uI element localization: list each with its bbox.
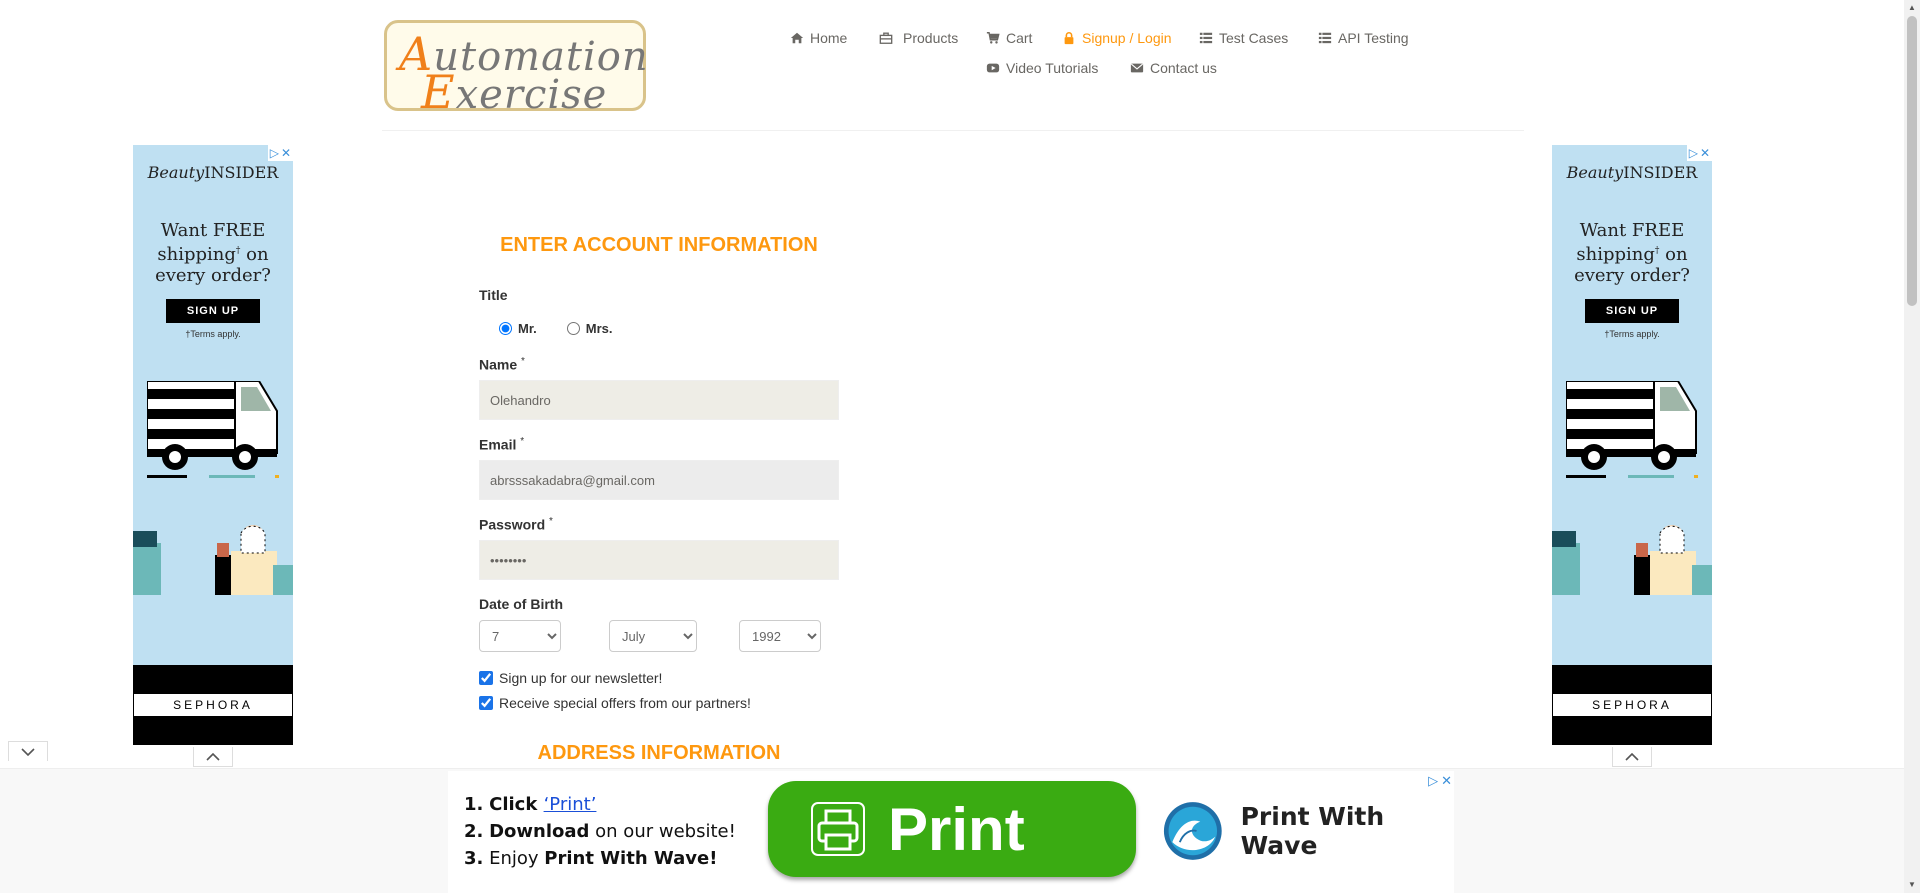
chevron-down-icon xyxy=(21,747,35,756)
ad-signup-button[interactable]: SIGN UP xyxy=(1585,299,1679,323)
adchoices-icon[interactable]: ▷ xyxy=(1689,146,1698,160)
nav-api-testing[interactable]: API Testing xyxy=(1318,30,1409,46)
nav-products[interactable]: Products xyxy=(879,30,958,46)
ad-choices[interactable]: ▷ ✕ xyxy=(1686,145,1712,161)
nav-signup-login-label: Signup / Login xyxy=(1082,30,1172,46)
password-label: Password * xyxy=(479,516,553,533)
scroll-up-arrow-icon[interactable]: ▲ xyxy=(1904,0,1920,16)
logo-initial-e: E xyxy=(421,65,456,119)
wave-logo-icon xyxy=(1163,802,1222,860)
ad-brand: BeautyINSIDER xyxy=(1566,163,1698,182)
email-input[interactable] xyxy=(479,460,839,500)
left-side-ad[interactable]: ▷ ✕ BeautyINSIDER Want FREE shipping† on… xyxy=(133,145,293,745)
dob-day-select[interactable]: 7 xyxy=(479,620,561,652)
special-offers-option[interactable]: Receive special offers from our partners… xyxy=(479,695,751,711)
section-title-address: ADDRESS INFORMATION xyxy=(537,742,781,764)
ad-steps: 1. Click ‘Print’ 2. Download on our webs… xyxy=(464,794,736,869)
dob-month-select[interactable]: July xyxy=(609,620,697,652)
nav-api-testing-label: API Testing xyxy=(1338,30,1409,46)
nav-home-label: Home xyxy=(810,30,848,46)
scrollbar-thumb[interactable] xyxy=(1907,16,1917,306)
sephora-logo: SEPHORA xyxy=(133,693,293,717)
adchoices-icon[interactable]: ▷ xyxy=(270,146,279,160)
nav-cart[interactable]: Cart xyxy=(986,30,1032,46)
special-offers-checkbox[interactable] xyxy=(479,696,493,710)
cosmetics-illustration xyxy=(133,525,293,595)
truck-icon xyxy=(147,381,279,478)
site-logo[interactable]: Automation Exercise xyxy=(384,20,648,119)
header-divider xyxy=(382,130,1524,131)
title-option-mr[interactable]: Mr. xyxy=(499,321,537,336)
sephora-logo: SEPHORA xyxy=(1552,693,1712,717)
nav-test-cases[interactable]: Test Cases xyxy=(1199,30,1288,46)
nav-home[interactable]: Home xyxy=(790,30,847,46)
name-input[interactable] xyxy=(479,380,839,420)
ad-brand: BeautyINSIDER xyxy=(147,163,279,182)
nav-video-tutorials-label: Video Tutorials xyxy=(1006,60,1099,76)
close-icon[interactable]: ✕ xyxy=(1441,773,1452,789)
envelope-icon xyxy=(1130,63,1144,73)
ad-print-link[interactable]: ‘Print’ xyxy=(544,794,597,815)
name-label: Name * xyxy=(479,356,525,373)
truck-icon xyxy=(1566,381,1698,478)
list-icon xyxy=(1318,32,1332,44)
nav-test-cases-label: Test Cases xyxy=(1219,30,1289,46)
title-option-mrs[interactable]: Mrs. xyxy=(566,321,613,336)
youtube-play-icon xyxy=(986,63,1000,73)
ad-choices[interactable]: ▷ ✕ xyxy=(267,145,293,161)
scroll-down-arrow-icon[interactable]: ▼ xyxy=(1904,877,1920,893)
bottom-banner-ad[interactable]: ▷ ✕ 1. Click ‘Print’ 2. Download on our … xyxy=(448,771,1454,893)
ad-print-button[interactable]: Print xyxy=(768,781,1136,877)
nav-cart-label: Cart xyxy=(1006,30,1033,46)
ad-pitch: Want FREE shipping† on every order? xyxy=(155,220,271,286)
chevron-up-icon xyxy=(1625,752,1639,761)
print-with-wave-brand: Print With Wave xyxy=(1163,799,1454,863)
ad-signup-button[interactable]: SIGN UP xyxy=(166,299,260,323)
list-icon xyxy=(1199,32,1213,44)
close-icon[interactable]: ✕ xyxy=(1700,146,1710,160)
newsletter-checkbox[interactable] xyxy=(479,671,493,685)
title-radio-mrs[interactable] xyxy=(566,322,580,335)
section-title-account: ENTER ACCOUNT INFORMATION xyxy=(500,234,818,256)
close-icon[interactable]: ✕ xyxy=(281,146,291,160)
ad-pitch: Want FREE shipping† on every order? xyxy=(1574,220,1690,286)
email-label: Email * xyxy=(479,436,525,453)
right-ad-collapse-button[interactable] xyxy=(1612,747,1652,767)
home-icon xyxy=(790,32,804,44)
left-ad-collapse-button[interactable] xyxy=(193,747,233,767)
briefcase-icon xyxy=(879,32,893,44)
shopping-cart-icon xyxy=(986,32,1000,44)
title-radio-group: Mr. Mrs. xyxy=(499,321,613,336)
adchoices-icon[interactable]: ▷ xyxy=(1428,773,1438,789)
nav-contact-us-label: Contact us xyxy=(1150,60,1217,76)
title-radio-mr[interactable] xyxy=(499,322,512,335)
printer-icon xyxy=(811,802,865,856)
ad-terms: †Terms apply. xyxy=(185,329,241,339)
page-collapse-button[interactable] xyxy=(8,741,48,761)
nav-products-label: Products xyxy=(903,30,959,46)
nav-contact-us[interactable]: Contact us xyxy=(1130,60,1217,76)
ad-terms: †Terms apply. xyxy=(1604,329,1660,339)
dob-year-select[interactable]: 1992 xyxy=(739,620,821,652)
lock-icon xyxy=(1064,32,1074,45)
logo-text-line2: xercise xyxy=(455,72,608,118)
nav-signup-login[interactable]: Signup / Login xyxy=(1062,30,1172,46)
nav-video-tutorials[interactable]: Video Tutorials xyxy=(986,60,1098,76)
page-scrollbar[interactable]: ▲ ▼ xyxy=(1904,0,1920,893)
ad-choices[interactable]: ▷ ✕ xyxy=(1428,773,1452,789)
newsletter-option[interactable]: Sign up for our newsletter! xyxy=(479,670,662,686)
password-input[interactable] xyxy=(479,540,839,580)
dob-label: Date of Birth xyxy=(479,596,563,612)
cosmetics-illustration xyxy=(1552,525,1712,595)
right-side-ad[interactable]: ▷ ✕ BeautyINSIDER Want FREE shipping† on… xyxy=(1552,145,1712,745)
chevron-up-icon xyxy=(206,752,220,761)
title-label: Title xyxy=(479,287,508,303)
